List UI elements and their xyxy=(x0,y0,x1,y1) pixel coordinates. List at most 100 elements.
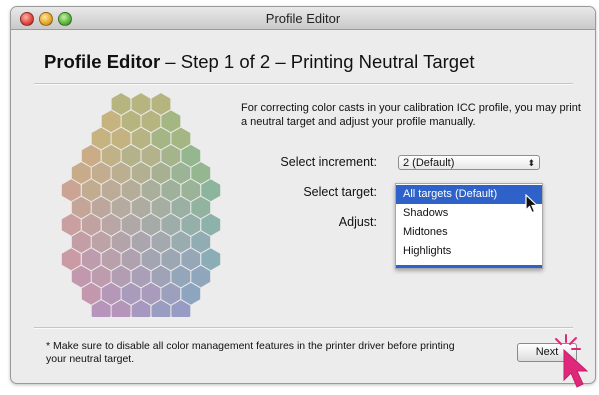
hex-swatch xyxy=(121,248,141,271)
menu-item-all-targets[interactable]: All targets (Default) xyxy=(396,185,542,204)
hex-swatch xyxy=(131,265,151,288)
intro-text: For correcting color casts in your calib… xyxy=(241,102,581,128)
hex-swatch xyxy=(161,179,181,202)
hex-swatch xyxy=(191,196,211,219)
hex-swatch xyxy=(111,265,131,288)
hex-swatch xyxy=(161,110,181,133)
hex-swatch xyxy=(171,127,191,150)
target-label: Select target: xyxy=(303,185,377,199)
hex-swatch xyxy=(111,231,131,253)
hex-swatch xyxy=(141,282,161,305)
hex-swatch xyxy=(91,127,111,150)
hex-swatch xyxy=(181,144,201,167)
bottom-divider xyxy=(34,327,573,329)
hex-swatch xyxy=(161,248,181,271)
hex-swatch xyxy=(61,248,81,271)
hex-swatch xyxy=(101,282,121,305)
neutral-target-hex-chart xyxy=(61,93,221,317)
hex-swatch xyxy=(191,265,211,288)
top-divider xyxy=(34,83,573,85)
hex-swatch xyxy=(81,179,101,202)
hex-swatch xyxy=(91,162,111,184)
menu-scroll-edge xyxy=(396,265,542,268)
hex-swatch xyxy=(131,196,151,219)
title-bar[interactable]: Profile Editor xyxy=(11,7,595,30)
menu-item-midtones[interactable]: Midtones xyxy=(396,223,542,242)
hex-swatch xyxy=(121,213,141,236)
page-title-rest: – Step 1 of 2 – Printing Neutral Target xyxy=(160,51,475,72)
hex-swatch xyxy=(151,231,171,253)
hex-swatch xyxy=(171,231,191,253)
hex-swatch xyxy=(141,248,161,271)
hex-swatch xyxy=(81,248,101,271)
hex-swatch xyxy=(111,196,131,219)
hex-swatch xyxy=(121,179,141,202)
hex-swatch xyxy=(121,110,141,133)
hex-swatch xyxy=(121,144,141,167)
hex-swatch xyxy=(91,265,111,288)
hex-swatch xyxy=(181,213,201,236)
hex-swatch xyxy=(181,179,201,202)
increment-popup[interactable]: 2 (Default) ⬍ xyxy=(398,155,540,170)
hex-swatch xyxy=(71,265,91,288)
hex-swatch xyxy=(81,213,101,236)
hex-swatch xyxy=(161,282,181,305)
hex-swatch xyxy=(151,93,171,115)
hex-swatch xyxy=(151,127,171,150)
hex-swatch xyxy=(141,144,161,167)
hex-swatch xyxy=(171,162,191,184)
hex-swatch xyxy=(131,162,151,184)
hex-swatch xyxy=(131,231,151,253)
page-title: Profile Editor – Step 1 of 2 – Printing … xyxy=(44,51,475,73)
increment-value: 2 (Default) xyxy=(403,157,455,169)
click-pointer-icon xyxy=(555,334,589,388)
hex-swatch xyxy=(81,144,101,167)
hex-swatch xyxy=(101,213,121,236)
hex-swatch xyxy=(171,196,191,219)
hex-swatch xyxy=(191,162,211,184)
hex-swatch xyxy=(101,179,121,202)
hex-swatch xyxy=(181,282,201,305)
hex-swatch xyxy=(131,127,151,150)
hex-swatch xyxy=(111,93,131,115)
hex-swatch xyxy=(201,179,221,202)
hex-swatch xyxy=(181,248,201,271)
hex-swatch xyxy=(111,162,131,184)
profile-editor-window: Profile Editor Profile Editor – Step 1 o… xyxy=(10,6,596,384)
hex-swatch xyxy=(141,110,161,133)
hex-swatch xyxy=(191,231,211,253)
hex-swatch xyxy=(71,231,91,253)
menu-item-highlights[interactable]: Highlights xyxy=(396,242,542,261)
hex-swatch xyxy=(161,144,181,167)
hex-swatch xyxy=(91,196,111,219)
hex-swatch xyxy=(201,213,221,236)
menu-item-shadows[interactable]: Shadows xyxy=(396,204,542,223)
increment-label: Select increment: xyxy=(280,155,377,169)
hex-swatch xyxy=(61,179,81,202)
hex-swatch xyxy=(111,127,131,150)
hex-swatch xyxy=(161,213,181,236)
hex-swatch xyxy=(101,110,121,133)
hex-swatch xyxy=(71,196,91,219)
hex-swatch xyxy=(81,282,101,305)
page-title-bold: Profile Editor xyxy=(44,51,161,72)
hex-swatch xyxy=(151,265,171,288)
printer-note: * Make sure to disable all color managem… xyxy=(46,340,455,365)
hex-swatch xyxy=(171,265,191,288)
hex-swatch xyxy=(151,196,171,219)
hex-swatch xyxy=(131,93,151,115)
hex-swatch xyxy=(91,231,111,253)
hex-swatch xyxy=(121,282,141,305)
target-dropdown-menu[interactable]: All targets (Default) Shadows Midtones H… xyxy=(395,183,543,269)
hex-swatch xyxy=(201,248,221,271)
hex-swatch xyxy=(141,213,161,236)
window-title: Profile Editor xyxy=(265,11,341,26)
hex-swatch xyxy=(101,248,121,271)
hex-swatch xyxy=(71,162,91,184)
hex-swatch xyxy=(61,213,81,236)
hex-swatch xyxy=(151,162,171,184)
mouse-pointer-icon xyxy=(525,194,539,214)
adjust-label: Adjust: xyxy=(338,215,377,229)
hex-swatch xyxy=(141,179,161,202)
hex-swatch xyxy=(101,144,121,167)
